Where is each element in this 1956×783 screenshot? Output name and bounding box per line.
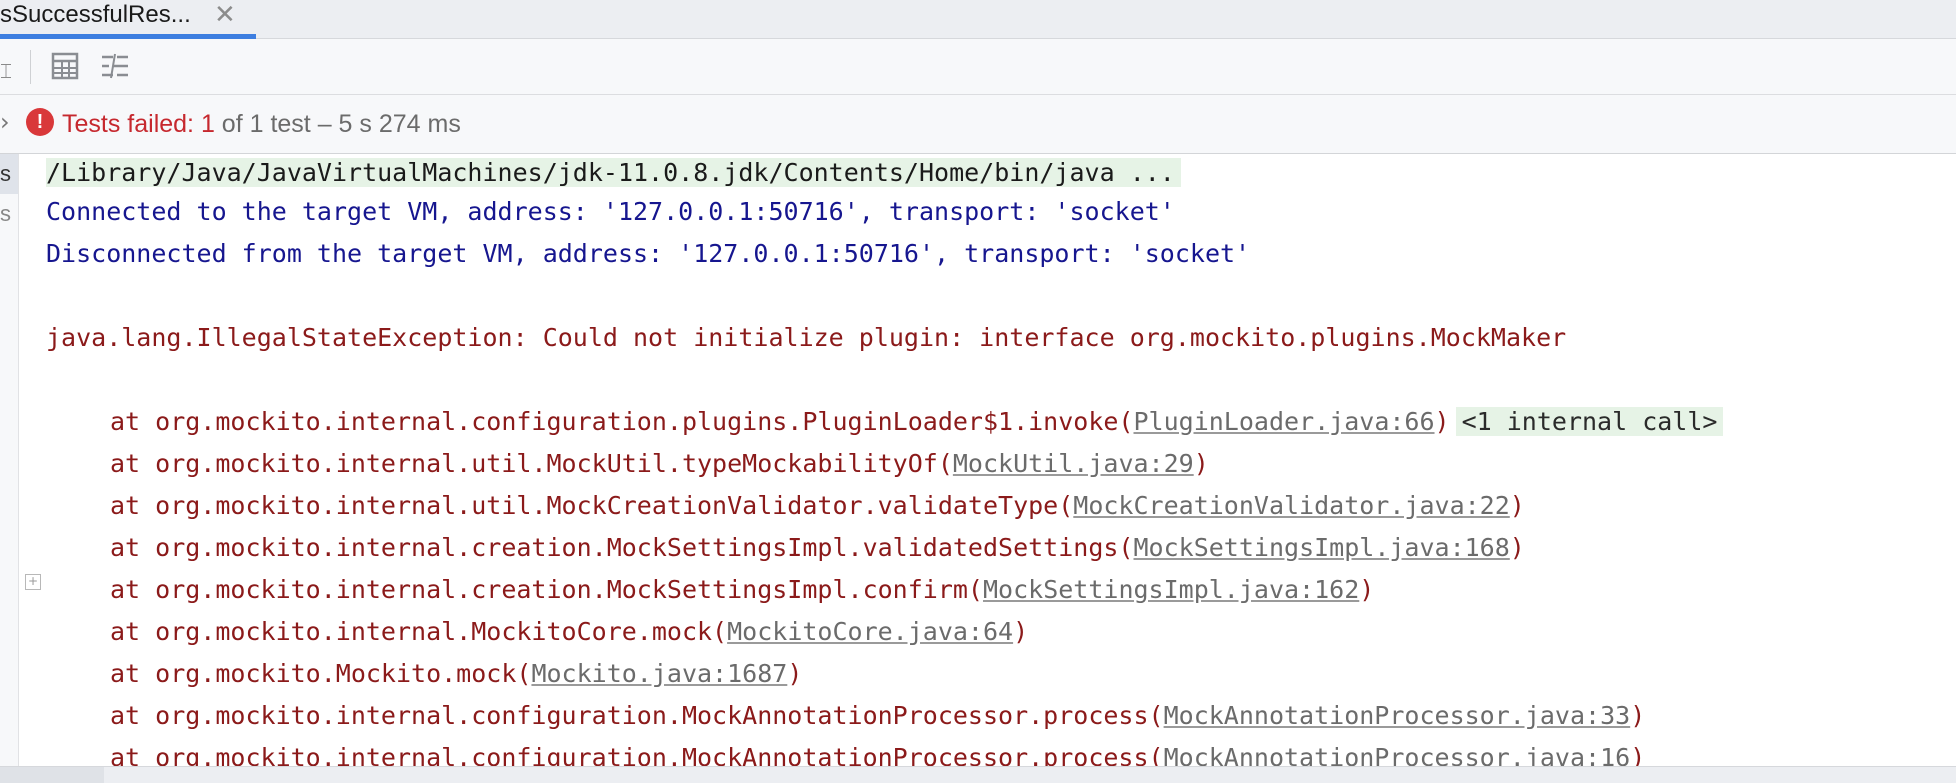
stack-frame: at org.mockito.internal.configuration.Mo… (110, 701, 1646, 730)
source-link[interactable]: MockCreationValidator.java:22 (1073, 491, 1510, 520)
test-status-summary: Tests failed: 1 of 1 test – 5 s 274 ms (62, 109, 461, 139)
console-output: /Library/Java/JavaVirtualMachines/jdk-11… (0, 154, 1956, 766)
stack-frame: at org.mockito.internal.configuration.pl… (110, 403, 1724, 441)
stack-frame: at org.mockito.internal.creation.MockSet… (110, 575, 1375, 604)
test-toolbar: ⌶ (0, 39, 1956, 95)
source-link[interactable]: MockAnnotationProcessor.java:16 (1164, 743, 1631, 766)
text-cursor-icon: ⌶ (0, 59, 12, 83)
table-view-icon[interactable] (50, 51, 80, 81)
bottom-tool-strip (0, 766, 1956, 783)
editor-tab-bar: sSuccessfulRes... ✕ (0, 0, 1956, 39)
structure-view-icon[interactable] (100, 51, 130, 81)
stack-frame: at org.mockito.internal.MockitoCore.mock… (110, 617, 1029, 646)
test-status-bar: › ! Tests failed: 1 of 1 test – 5 s 274 … (0, 95, 1956, 154)
stack-frame: at org.mockito.Mockito.mock(Mockito.java… (110, 659, 803, 688)
exception-message: java.lang.IllegalStateException: Could n… (46, 323, 1567, 352)
chevron-right-icon[interactable]: › (0, 108, 10, 136)
bottom-tool-tab[interactable] (0, 767, 104, 783)
status-detail: of 1 test – 5 s 274 ms (214, 110, 461, 138)
stack-frame: at org.mockito.internal.util.MockCreatio… (110, 491, 1525, 520)
stack-frame: at org.mockito.internal.creation.MockSet… (110, 533, 1525, 562)
stack-frame: at org.mockito.internal.configuration.Mo… (110, 739, 1645, 766)
tab-test-run[interactable]: sSuccessfulRes... ✕ (0, 0, 256, 39)
connected-message: Connected to the target VM, address: '12… (46, 197, 1175, 226)
stack-frame: at org.mockito.internal.util.MockUtil.ty… (110, 449, 1209, 478)
source-link[interactable]: MockitoCore.java:64 (727, 617, 1013, 646)
disconnected-message: Disconnected from the target VM, address… (46, 239, 1251, 268)
source-link[interactable]: PluginLoader.java:66 (1134, 407, 1435, 436)
toolbar-separator (30, 50, 31, 84)
internal-calls-fold[interactable]: <1 internal call> (1455, 407, 1724, 436)
failed-count: 1 (200, 110, 215, 138)
source-link[interactable]: MockUtil.java:29 (953, 449, 1194, 478)
source-link[interactable]: MockAnnotationProcessor.java:33 (1164, 701, 1631, 730)
source-link[interactable]: Mockito.java:1687 (531, 659, 787, 688)
tab-title: sSuccessfulRes... (0, 1, 191, 28)
source-link[interactable]: MockSettingsImpl.java:162 (983, 575, 1359, 604)
close-icon[interactable]: ✕ (214, 0, 236, 28)
error-icon: ! (26, 108, 54, 136)
expand-icon[interactable]: + (25, 574, 41, 590)
run-command-line[interactable]: /Library/Java/JavaVirtualMachines/jdk-11… (46, 158, 1181, 187)
source-link[interactable]: MockSettingsImpl.java:168 (1134, 533, 1510, 562)
status-failed-label: Tests failed: (62, 110, 201, 138)
